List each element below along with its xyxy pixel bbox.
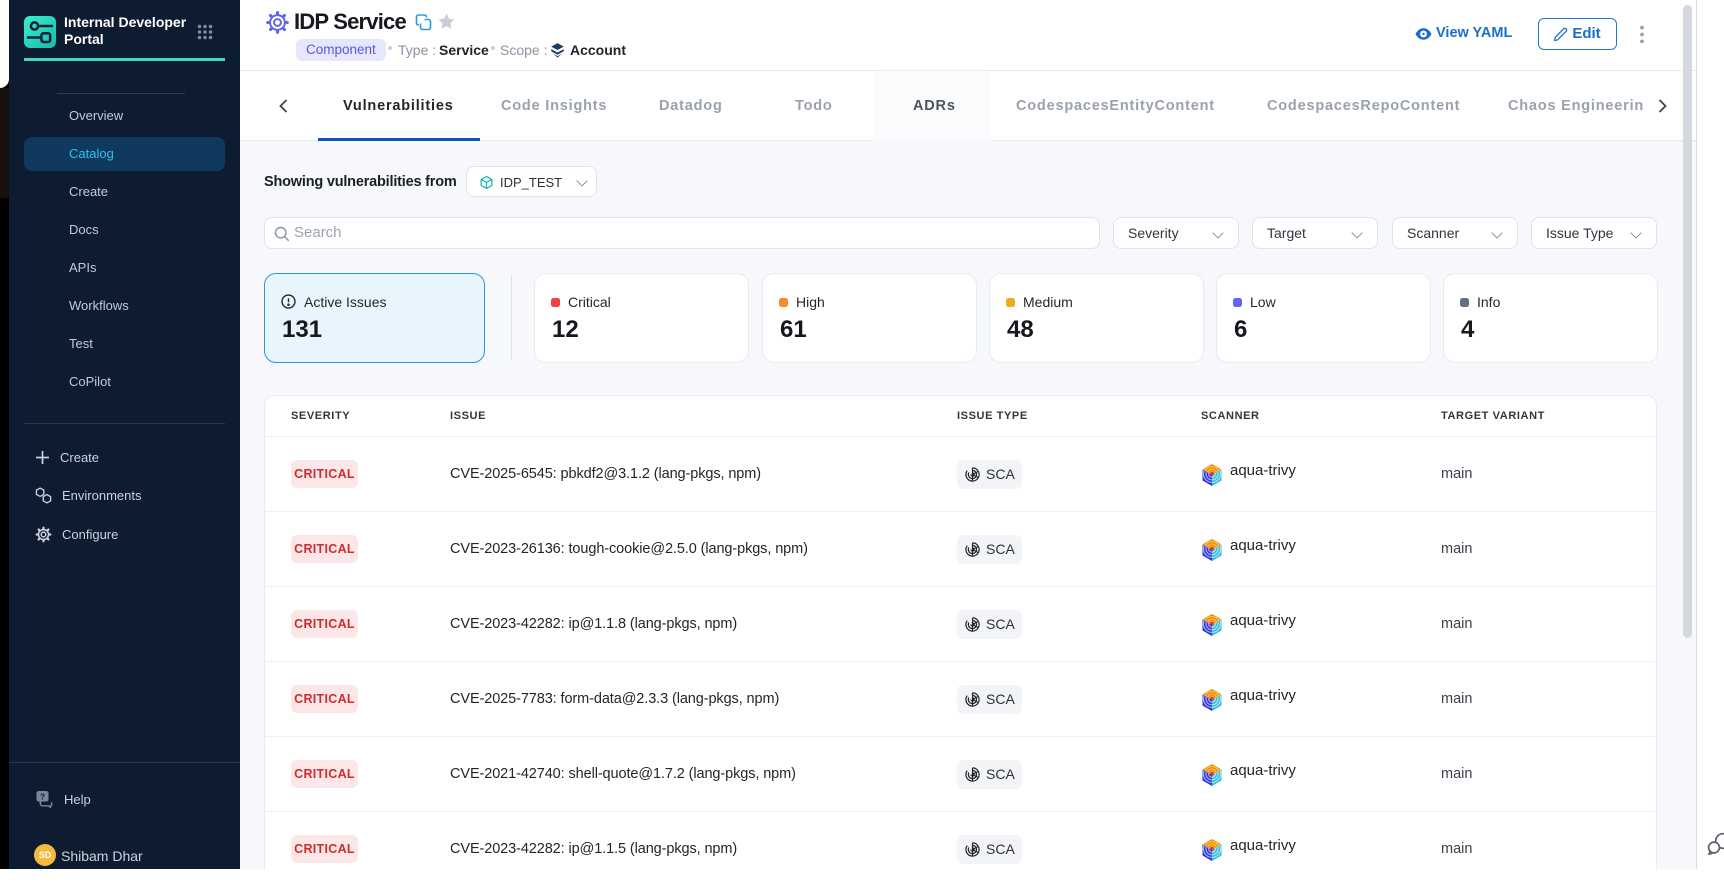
svg-text:?: ? bbox=[40, 791, 45, 801]
